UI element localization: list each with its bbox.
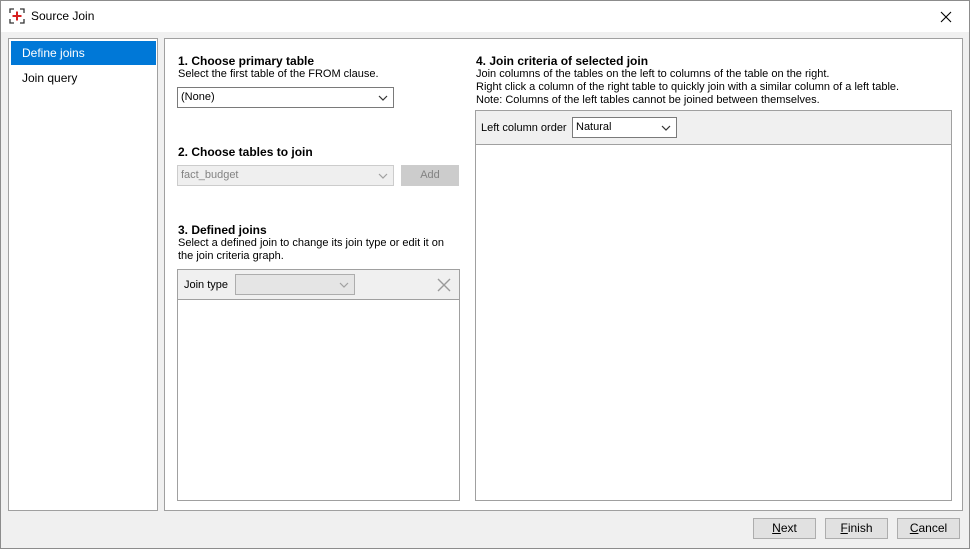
chevron-down-icon — [378, 173, 388, 179]
defined-joins-panel: Join type — [177, 269, 460, 501]
section-3-title: 3. Defined joins — [178, 223, 267, 237]
section-3-description-line1: Select a defined join to change its join… — [178, 237, 445, 249]
section-1-title: 1. Choose primary table — [178, 54, 315, 68]
sidebar-item-define-joins[interactable]: Define joins — [11, 41, 156, 65]
defined-joins-toolbar: Join type — [178, 270, 459, 300]
sidebar: Define joins Join query — [8, 38, 158, 511]
primary-table-value: (None) — [181, 91, 215, 103]
remove-join-icon[interactable] — [437, 278, 451, 292]
join-table-value: fact_budget — [181, 169, 239, 181]
next-mnemonic: N — [772, 521, 781, 535]
chevron-down-icon — [378, 95, 388, 101]
section-4-title: 4. Join criteria of selected join — [476, 54, 649, 68]
next-button[interactable]: Next — [753, 518, 816, 539]
title-bar: Source Join — [1, 1, 969, 32]
section-4-description-line3: Note: Columns of the left tables cannot … — [476, 94, 820, 106]
defined-joins-list[interactable] — [178, 301, 459, 500]
left-column-order-label: Left column order — [481, 122, 567, 134]
window-title: Source Join — [31, 9, 95, 23]
join-table-select[interactable]: fact_budget — [177, 165, 394, 186]
main-content: 1. Choose primary table Select the first… — [164, 38, 963, 511]
section-2-title: 2. Choose tables to join — [178, 145, 313, 159]
left-column-order-value: Natural — [576, 121, 612, 133]
source-join-window: Source Join Define joins Join query 1. C… — [0, 0, 970, 549]
section-4-description-line2: Right click a column of the right table … — [476, 81, 900, 93]
sidebar-item-join-query[interactable]: Join query — [11, 66, 156, 90]
cancel-label-rest: ancel — [918, 521, 948, 535]
source-join-icon — [9, 8, 25, 24]
sidebar-item-label: Define joins — [22, 46, 85, 60]
section-4-description-line1: Join columns of the tables on the left t… — [476, 68, 830, 80]
close-button[interactable] — [923, 1, 969, 32]
sidebar-item-label: Join query — [22, 71, 78, 85]
add-table-button[interactable]: Add — [401, 165, 459, 186]
join-type-label: Join type — [184, 279, 229, 291]
section-3-description-line2: the join criteria graph. — [178, 250, 284, 262]
next-label-rest: ext — [780, 521, 797, 535]
finish-button[interactable]: Finish — [825, 518, 888, 539]
join-criteria-panel: Left column order Natural — [475, 110, 952, 501]
cancel-button[interactable]: Cancel — [897, 518, 960, 539]
left-column-order-select[interactable]: Natural — [572, 117, 677, 138]
chevron-down-icon — [661, 125, 671, 131]
join-criteria-graph[interactable] — [476, 146, 951, 500]
section-1-description: Select the first table of the FROM claus… — [178, 68, 379, 80]
join-type-select[interactable] — [235, 274, 355, 295]
close-icon — [940, 11, 952, 22]
join-criteria-toolbar: Left column order Natural — [476, 111, 951, 145]
chevron-down-icon — [339, 282, 349, 288]
finish-label-rest: inish — [847, 521, 873, 535]
primary-table-select[interactable]: (None) — [177, 87, 394, 108]
finish-mnemonic: F — [840, 521, 848, 535]
